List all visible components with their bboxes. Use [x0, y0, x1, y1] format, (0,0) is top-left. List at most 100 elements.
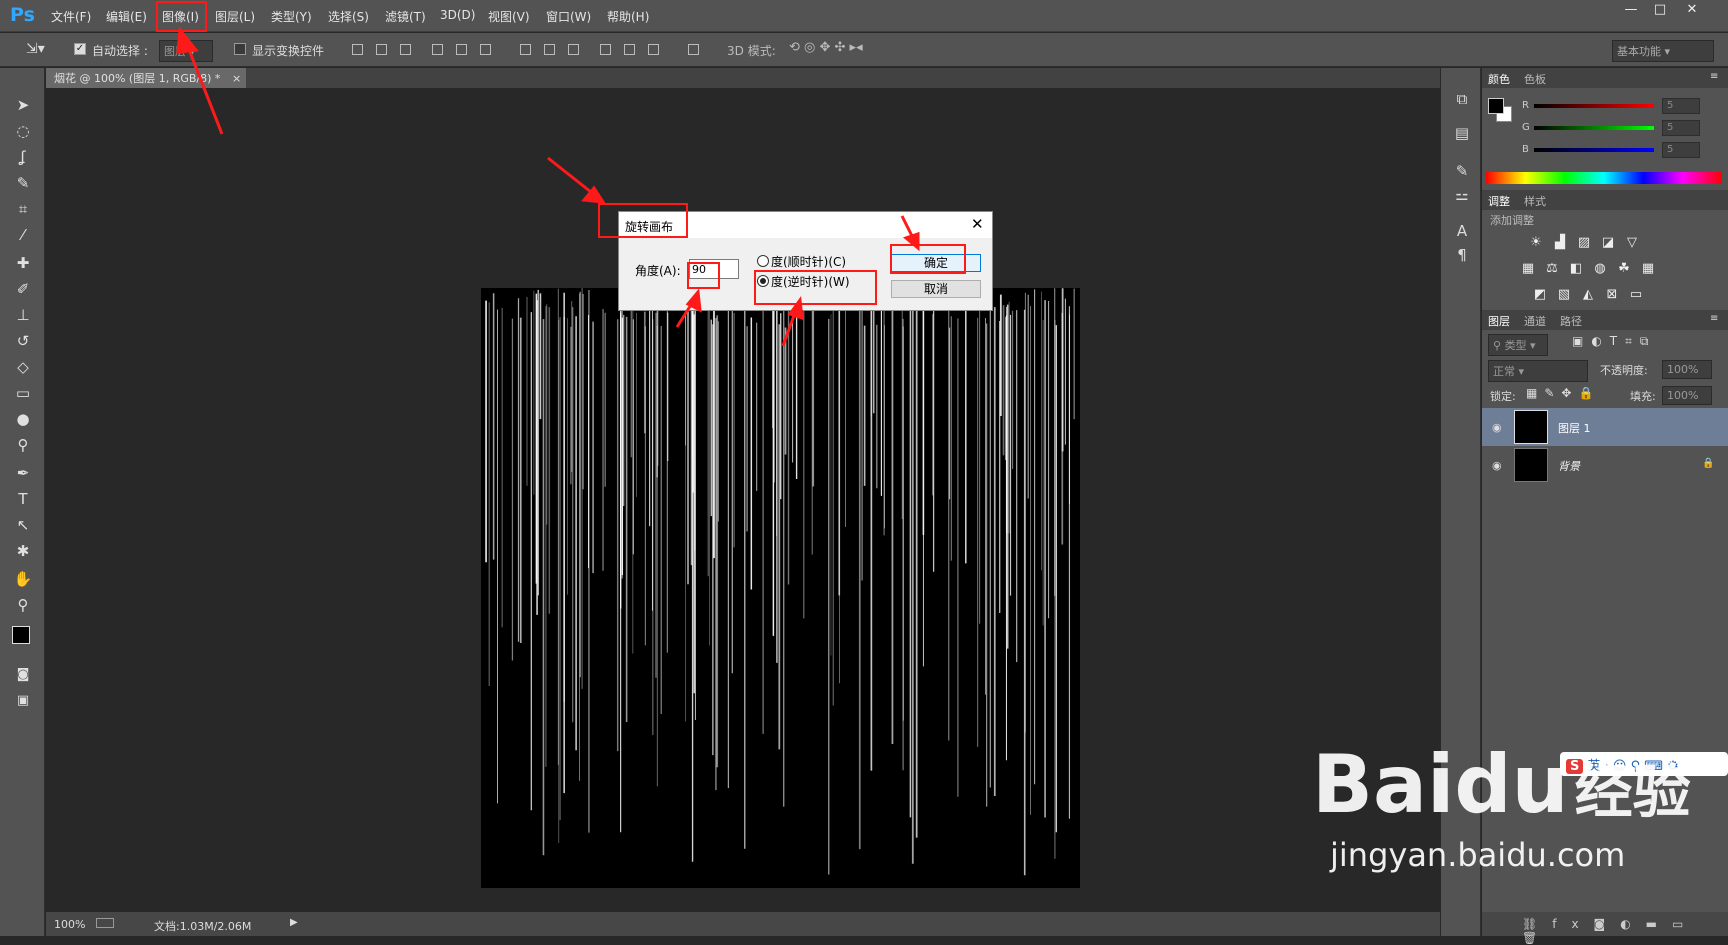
tab-swatches[interactable]: 色板: [1524, 71, 1546, 87]
brush-panel-icon[interactable]: ✎: [1451, 162, 1473, 184]
quick-mask-icon[interactable]: ◙: [10, 664, 36, 686]
zoom-level[interactable]: 100%: [54, 918, 85, 931]
channel-b-value[interactable]: 5: [1662, 142, 1700, 158]
menu-select[interactable]: 选择(S): [328, 8, 369, 25]
menu-file[interactable]: 文件(F): [51, 8, 91, 25]
tab-channels[interactable]: 通道: [1524, 313, 1546, 329]
auto-align-icon[interactable]: [688, 44, 699, 55]
gradient-map-icon[interactable]: ▭: [1628, 288, 1644, 302]
menu-window[interactable]: 窗口(W): [546, 8, 591, 25]
align-right-icon[interactable]: [480, 44, 491, 55]
ok-button[interactable]: 确定: [891, 254, 981, 272]
type-tool-icon[interactable]: T: [10, 488, 36, 510]
menu-help[interactable]: 帮助(H): [607, 8, 649, 25]
hue-sat-icon[interactable]: ▦: [1520, 262, 1536, 276]
screen-mode-icon[interactable]: ▣: [10, 690, 36, 712]
posterize-icon[interactable]: ▧: [1556, 288, 1572, 302]
history-panel-icon[interactable]: ⧉: [1451, 90, 1473, 112]
fill-input[interactable]: 100%: [1662, 386, 1712, 405]
photo-filter-icon[interactable]: ◍: [1592, 262, 1608, 276]
color-lookup-icon[interactable]: ▦: [1640, 262, 1656, 276]
menu-3d[interactable]: 3D(D): [440, 8, 475, 22]
channel-mixer-icon[interactable]: ☘: [1616, 262, 1632, 276]
distribute-vcenter-icon[interactable]: [544, 44, 555, 55]
auto-select-target-dropdown[interactable]: 图层 ▾: [159, 40, 213, 62]
auto-select-checkbox[interactable]: ✓: [74, 43, 86, 55]
foreground-color-swatch[interactable]: [12, 626, 30, 644]
menu-image[interactable]: 图像(I): [162, 8, 199, 25]
tab-styles[interactable]: 样式: [1524, 193, 1546, 209]
vibrance-icon[interactable]: ▽: [1624, 236, 1640, 250]
selective-color-icon[interactable]: ⊠: [1604, 288, 1620, 302]
dialog-close-icon[interactable]: ✕: [971, 215, 984, 233]
channel-r-value[interactable]: 5: [1662, 98, 1700, 114]
opacity-input[interactable]: 100%: [1662, 360, 1712, 379]
radio-clockwise[interactable]: [757, 255, 769, 267]
move-tool-preset-icon[interactable]: ⇲▾: [26, 41, 45, 57]
paragraph-panel-icon[interactable]: ¶: [1451, 246, 1473, 268]
close-window-button[interactable]: ✕: [1678, 2, 1706, 20]
align-bottom-icon[interactable]: [400, 44, 411, 55]
bw-icon[interactable]: ◧: [1568, 262, 1584, 276]
blend-mode-dropdown[interactable]: 正常 ▾: [1488, 360, 1588, 382]
layer-name[interactable]: 背景: [1558, 458, 1580, 474]
zoom-tool-icon[interactable]: ⚲: [10, 594, 36, 616]
layer-row-1[interactable]: ◉ 图层 1: [1482, 408, 1728, 446]
lock-icons[interactable]: ▦✎✥🔒: [1526, 386, 1600, 400]
tab-adjustments[interactable]: 调整: [1488, 193, 1510, 209]
align-hcenter-icon[interactable]: [456, 44, 467, 55]
color-fg-swatch[interactable]: [1488, 98, 1504, 114]
canvas[interactable]: [481, 288, 1080, 888]
layer-row-background[interactable]: ◉ 背景 🔒: [1482, 446, 1728, 484]
marquee-tool-icon[interactable]: ◌: [10, 120, 36, 142]
dodge-tool-icon[interactable]: ⚲: [10, 434, 36, 456]
show-transform-checkbox[interactable]: [234, 43, 246, 55]
cancel-button[interactable]: 取消: [891, 280, 981, 298]
layer-filter-icons[interactable]: ▣◐T⌗⧉: [1572, 334, 1656, 349]
menu-layer[interactable]: 图层(L): [215, 8, 255, 25]
align-top-icon[interactable]: [352, 44, 363, 55]
tab-color[interactable]: 颜色: [1488, 71, 1510, 87]
path-select-icon[interactable]: ↖: [10, 514, 36, 536]
align-vcenter-icon[interactable]: [376, 44, 387, 55]
layer-name[interactable]: 图层 1: [1558, 420, 1591, 436]
character-panel-icon[interactable]: A: [1451, 222, 1473, 244]
document-tab[interactable]: 烟花 @ 100% (图层 1, RGB/8) * ×: [46, 68, 246, 88]
layers-menu-icon[interactable]: ≡: [1710, 313, 1718, 324]
levels-icon[interactable]: ▟: [1552, 236, 1568, 250]
status-menu-arrow-icon[interactable]: ▶: [290, 917, 298, 928]
layers-footer-icons[interactable]: ⛓fx◙◐▬▭🗑: [1482, 912, 1728, 945]
distribute-bottom-icon[interactable]: [568, 44, 579, 55]
history-brush-icon[interactable]: ↺: [10, 330, 36, 352]
align-left-icon[interactable]: [432, 44, 443, 55]
stamp-tool-icon[interactable]: ⊥: [10, 304, 36, 326]
visibility-eye-icon[interactable]: ◉: [1492, 459, 1506, 472]
menu-edit[interactable]: 编辑(E): [106, 8, 147, 25]
color-balance-icon[interactable]: ⚖: [1544, 262, 1560, 276]
quick-select-tool-icon[interactable]: ✎: [10, 172, 36, 194]
brush-tool-icon[interactable]: ✐: [10, 278, 36, 300]
radio-counterclockwise[interactable]: [757, 275, 769, 287]
minimize-button[interactable]: —: [1617, 2, 1645, 20]
pen-tool-icon[interactable]: ✒: [10, 462, 36, 484]
shape-tool-icon[interactable]: ✱: [10, 540, 36, 562]
channel-b-slider[interactable]: [1534, 148, 1654, 152]
move-tool-icon[interactable]: ➤: [10, 94, 36, 116]
eraser-tool-icon[interactable]: ◇: [10, 356, 36, 378]
layer-filter-dropdown[interactable]: ⚲ 类型 ▾: [1488, 334, 1548, 356]
blur-tool-icon[interactable]: ●: [10, 408, 36, 430]
eyedropper-tool-icon[interactable]: ⁄: [10, 224, 36, 246]
distribute-hcenter-icon[interactable]: [624, 44, 635, 55]
channel-g-slider[interactable]: [1534, 126, 1654, 130]
channel-r-slider[interactable]: [1534, 104, 1654, 108]
threshold-icon[interactable]: ◭: [1580, 288, 1596, 302]
angle-input[interactable]: [689, 259, 739, 279]
menu-type[interactable]: 类型(Y): [271, 8, 312, 25]
color-spectrum[interactable]: [1486, 172, 1722, 184]
crop-tool-icon[interactable]: ⌗: [10, 198, 36, 220]
curves-icon[interactable]: ▨: [1576, 236, 1592, 250]
tab-layers[interactable]: 图层: [1488, 313, 1510, 329]
counterclockwise-label[interactable]: 度(逆时针)(W): [771, 273, 850, 290]
gradient-tool-icon[interactable]: ▭: [10, 382, 36, 404]
close-tab-icon[interactable]: ×: [232, 72, 241, 85]
